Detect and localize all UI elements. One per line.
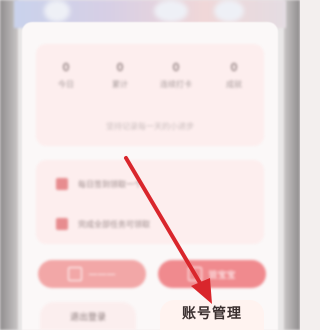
stat-value: 0 [172,61,180,74]
logout-button[interactable]: 退出登录 [40,302,136,330]
checkbox-icon[interactable] [56,218,68,230]
stat-value: 0 [62,61,70,74]
stat-label: 累计 [112,80,128,89]
checkbox-icon[interactable] [56,178,68,190]
left-action-button[interactable]: 一一一 [38,260,146,288]
left-action-label: 一一一 [88,270,116,281]
right-action-button[interactable]: 管宝宝 [158,260,266,288]
stat-label: 连续打卡 [160,80,192,89]
box-icon [188,267,203,281]
stat-streak[interactable]: 0 连续打卡 [154,62,198,90]
logout-label: 退出登录 [69,312,106,323]
task-item[interactable]: 每日签到领取一个 [56,176,142,192]
right-edge [284,0,300,330]
account-management-label: 账号管理 [182,306,242,322]
app-screen: 0 今日 0 累计 0 连续打卡 0 成就 坚持记录每一天的小进步 每日签到领取… [0,0,300,330]
stat-today[interactable]: 0 今日 [44,62,88,90]
task-label: 每日签到领取一个 [78,179,142,189]
left-edge [0,0,18,330]
stat-value: 0 [230,61,238,74]
right-action-label: 管宝宝 [208,270,236,281]
stat-value: 0 [116,61,124,74]
task-label: 完成全部任务可领取 [78,219,150,229]
banner-decoration [44,0,70,22]
stat-label: 成就 [226,80,242,89]
banner-decoration [214,0,244,22]
banner-decoration [154,0,188,22]
stat-total[interactable]: 0 累计 [98,62,142,90]
stat-label: 今日 [58,80,74,89]
stats-hint: 坚持记录每一天的小进步 [106,122,194,131]
stat-achievement[interactable]: 0 成就 [212,62,256,90]
box-icon [68,267,83,281]
task-item[interactable]: 完成全部任务可领取 [56,216,150,232]
